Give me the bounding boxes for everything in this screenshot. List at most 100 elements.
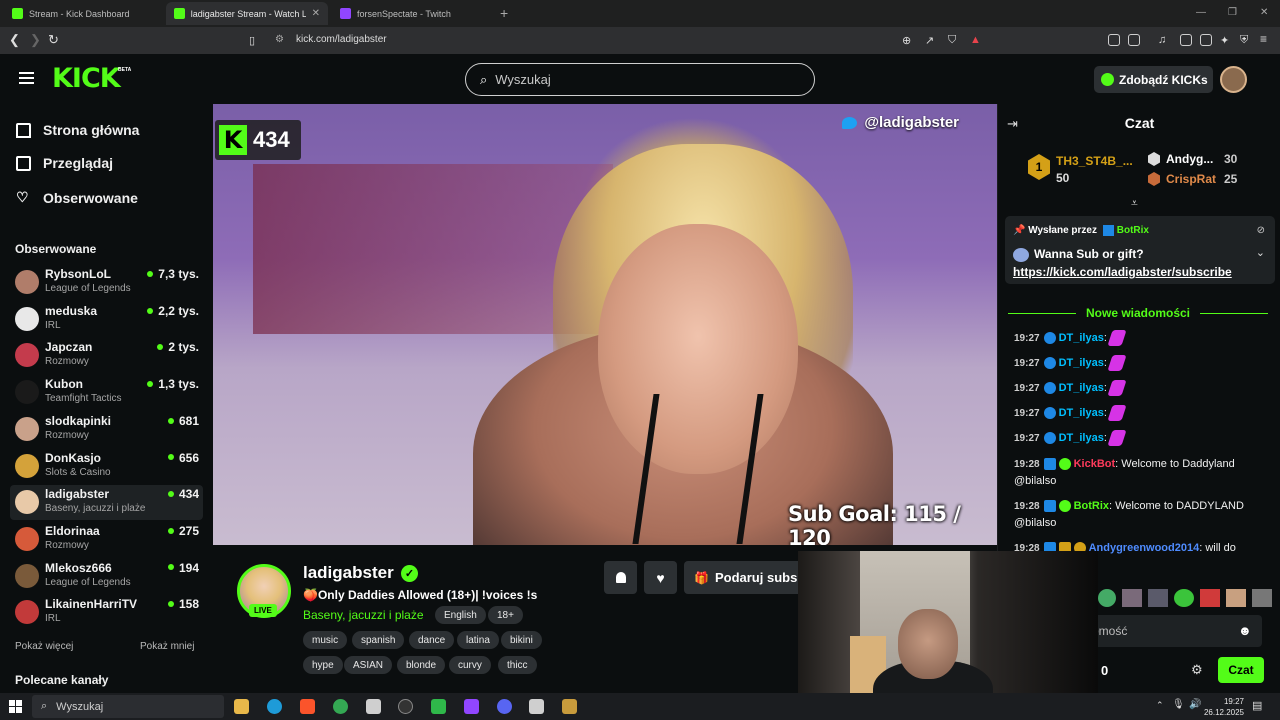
menu-icon[interactable]: ≡: [1260, 32, 1267, 46]
expand-leaderboard-icon[interactable]: ⩡: [1131, 196, 1138, 211]
extensions-icon[interactable]: [1108, 34, 1120, 46]
streamer-name[interactable]: ladigabster: [303, 563, 394, 583]
reload-icon[interactable]: ↻: [48, 32, 59, 48]
windows-start-icon[interactable]: [9, 700, 22, 713]
volume-icon[interactable]: 🔊: [1189, 699, 1201, 710]
maximize-icon[interactable]: ❐: [1228, 7, 1237, 18]
message-username[interactable]: DT_ilyas: [1059, 407, 1104, 419]
wallet-icon[interactable]: [1200, 34, 1212, 46]
tag-pill[interactable]: blonde: [397, 656, 446, 674]
screenshot-icon[interactable]: [1128, 34, 1140, 46]
brave-icon[interactable]: [300, 699, 315, 714]
emote-icon[interactable]: [1200, 589, 1220, 607]
notification-bell-button[interactable]: [604, 561, 637, 594]
tag-pill[interactable]: curvy: [449, 656, 491, 674]
nav-following[interactable]: ♡ Obserwowane: [16, 189, 138, 206]
message-username[interactable]: Andygreenwood2014: [1089, 542, 1200, 554]
pinned-user[interactable]: BotRix: [1117, 225, 1149, 236]
emote-icon[interactable]: [1174, 589, 1194, 607]
message-username[interactable]: DT_ilyas: [1059, 332, 1104, 344]
edge-icon[interactable]: [267, 699, 282, 714]
media-icon[interactable]: ♫: [1158, 34, 1166, 46]
discord-icon[interactable]: [497, 699, 512, 714]
brave-shield-icon[interactable]: ⛉: [948, 34, 956, 47]
tag-pill[interactable]: bikini: [501, 631, 542, 649]
tag-pill[interactable]: ASIAN: [344, 656, 393, 674]
emote-icon[interactable]: [1226, 589, 1246, 607]
back-icon[interactable]: ❮: [9, 32, 20, 48]
show-more-link[interactable]: Pokaż więcej: [15, 641, 73, 652]
tag-pill[interactable]: hype: [303, 656, 343, 674]
minimize-icon[interactable]: —: [1196, 7, 1206, 18]
emote-icon[interactable]: [1122, 589, 1142, 607]
leader-3-name[interactable]: CrispRat: [1166, 172, 1216, 186]
emoji-picker-icon[interactable]: ☻: [1238, 623, 1252, 638]
tag-pill[interactable]: dance: [409, 631, 455, 649]
get-kicks-button[interactable]: Zdobądź KICKs: [1094, 66, 1213, 93]
followed-channel-item[interactable]: Eldorinaa Rozmowy 275: [10, 522, 203, 557]
close-window-icon[interactable]: ✕: [1260, 7, 1268, 18]
brave-rewards-icon[interactable]: ▲: [970, 34, 981, 46]
taskbar-search[interactable]: ⌕ Wyszukaj: [32, 695, 224, 718]
message-username[interactable]: DT_ilyas: [1059, 382, 1104, 394]
hamburger-menu-icon[interactable]: [19, 72, 34, 84]
vpn-icon[interactable]: ⛨: [1240, 34, 1248, 47]
emote-icon[interactable]: [1252, 589, 1272, 607]
site-info-icon[interactable]: ⚙: [275, 34, 284, 45]
nav-home[interactable]: Strona główna: [16, 122, 139, 138]
tab-kick-dashboard[interactable]: Stream - Kick Dashboard: [4, 2, 164, 25]
chat-send-button[interactable]: Czat: [1218, 657, 1264, 683]
leader-2-name[interactable]: Andyg...: [1166, 152, 1213, 166]
subscribe-link[interactable]: https://kick.com/ladigabster/subscribe: [1013, 265, 1232, 279]
tag-pill[interactable]: latina: [457, 631, 499, 649]
followed-channel-item[interactable]: Kubon Teamfight Tactics 1,3 tys.: [10, 375, 203, 410]
tab-ladigabster[interactable]: ladigabster Stream - Watch Li ✕: [166, 2, 328, 25]
app-icon[interactable]: [366, 699, 381, 714]
forward-icon[interactable]: ❯: [30, 32, 41, 48]
gift-sub-button[interactable]: 🎁 Podaruj subs: [684, 561, 802, 594]
followed-channel-item[interactable]: DonKasjo Slots & Casino 656: [10, 449, 203, 484]
new-tab-icon[interactable]: +: [500, 5, 508, 21]
show-less-link[interactable]: Pokaż mniej: [140, 641, 194, 652]
message-username[interactable]: DT_ilyas: [1059, 357, 1104, 369]
obs-icon[interactable]: [398, 699, 413, 714]
followed-channel-item[interactable]: LikainenHarriTV IRL 158: [10, 595, 203, 630]
followed-channel-item[interactable]: Japczan Rozmowy 2 tys.: [10, 338, 203, 373]
league-of-legends-icon[interactable]: [562, 699, 577, 714]
follow-heart-button[interactable]: ♥: [644, 561, 677, 594]
tab-twitch[interactable]: forsenSpectate - Twitch: [332, 2, 492, 25]
url-field[interactable]: kick.com/ladigabster: [296, 34, 387, 45]
file-explorer-icon[interactable]: [234, 699, 249, 714]
chrome-icon[interactable]: [333, 699, 348, 714]
hide-pinned-icon[interactable]: ⊘: [1257, 225, 1265, 236]
language-badge[interactable]: English: [435, 606, 486, 624]
bookmark-icon[interactable]: ▯: [249, 34, 255, 47]
user-avatar[interactable]: [1220, 66, 1247, 93]
message-username[interactable]: KickBot: [1074, 458, 1116, 470]
tray-chevron-icon[interactable]: ⌃: [1156, 700, 1164, 711]
emote-icon[interactable]: [1148, 589, 1168, 607]
tag-pill[interactable]: music: [303, 631, 348, 649]
message-username[interactable]: BotRix: [1074, 500, 1109, 512]
close-tab-icon[interactable]: ✕: [312, 8, 320, 19]
tag-pill[interactable]: spanish: [352, 631, 405, 649]
nav-browse[interactable]: Przeglądaj: [16, 155, 113, 171]
app-icon[interactable]: [529, 699, 544, 714]
chevron-down-icon[interactable]: ⌄: [1256, 246, 1265, 259]
followed-channel-item[interactable]: RybsonLoL League of Legends 7,3 tys.: [10, 265, 203, 300]
tag-pill[interactable]: thicc: [498, 656, 537, 674]
followed-channel-item[interactable]: Mlekosz666 League of Legends 194: [10, 559, 203, 594]
twitch-app-icon[interactable]: [464, 699, 479, 714]
message-username[interactable]: DT_ilyas: [1059, 432, 1104, 444]
taskbar-clock[interactable]: 19:27 26.12.2025: [1204, 696, 1244, 718]
followed-channel-item[interactable]: ladigabster Baseny, jacuzzi i plaże 434: [10, 485, 203, 521]
emote-icon[interactable]: [1098, 589, 1116, 607]
app-icon[interactable]: [431, 699, 446, 714]
video-player[interactable]: K 434 @ladigabster Sub Goal: 115 / 120: [213, 104, 997, 545]
zoom-icon[interactable]: ⊕: [902, 34, 911, 47]
leo-ai-icon[interactable]: ✦: [1220, 34, 1229, 47]
stream-category[interactable]: Baseny, jacuzzi i plaże: [303, 608, 424, 622]
kick-logo[interactable]: KICK: [52, 63, 121, 94]
notifications-icon[interactable]: ▤: [1252, 699, 1262, 712]
share-icon[interactable]: ↗: [925, 34, 934, 47]
